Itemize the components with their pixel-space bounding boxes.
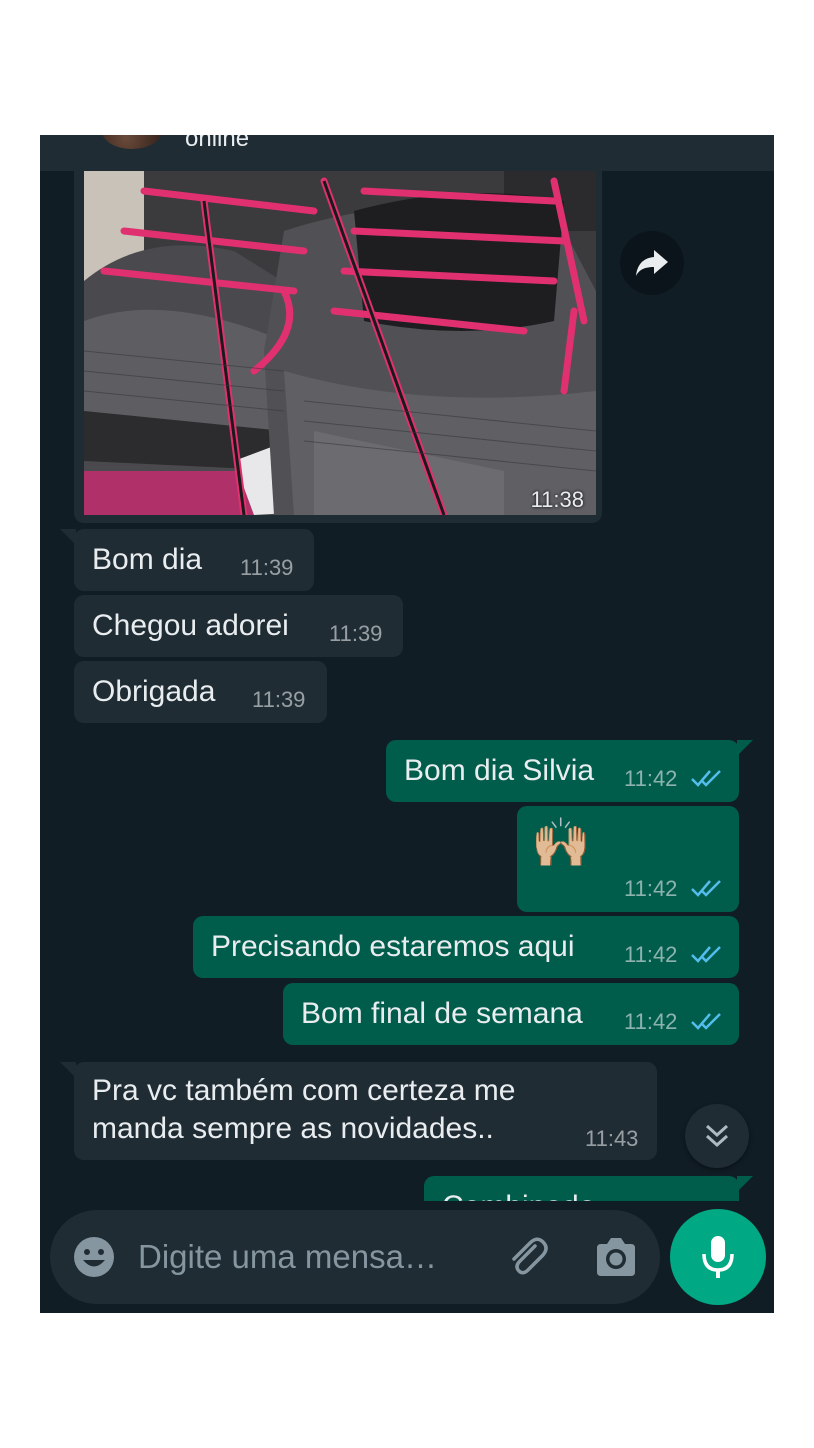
paperclip-icon[interactable] bbox=[505, 1234, 551, 1280]
microphone-icon bbox=[702, 1236, 734, 1278]
outgoing-message[interactable]: Precisando estaremos aqui 11:42 bbox=[193, 916, 739, 978]
outgoing-message[interactable]: 🙌🏼 11:42 bbox=[517, 806, 739, 912]
message-text: Chegou adorei bbox=[92, 609, 289, 642]
message-time: 11:39 bbox=[252, 687, 306, 712]
outgoing-message[interactable]: Bom dia Silvia 11:42 bbox=[386, 740, 753, 802]
chevron-double-down-icon bbox=[705, 1124, 729, 1148]
double-check-icon bbox=[691, 946, 721, 963]
microphone-button[interactable] bbox=[670, 1209, 766, 1305]
incoming-message[interactable]: Obrigada 11:39 bbox=[74, 661, 327, 723]
message-text: Combinado bbox=[442, 1190, 595, 1201]
message-list[interactable]: 11:38 Bom dia 11:39 Chegou adorei 11:39 … bbox=[40, 171, 774, 1201]
camera-icon[interactable] bbox=[593, 1236, 639, 1278]
forward-button[interactable] bbox=[620, 231, 684, 295]
chat-header[interactable]: online bbox=[40, 135, 774, 171]
double-check-icon bbox=[691, 880, 721, 897]
message-composer[interactable]: Digite uma mensa… bbox=[50, 1210, 660, 1304]
message-time: 11:38 bbox=[530, 487, 584, 512]
incoming-message[interactable]: Pra vc também com certeza me manda sempr… bbox=[60, 1062, 657, 1160]
message-time: 11:42 bbox=[624, 942, 678, 967]
smiley-icon[interactable] bbox=[72, 1235, 116, 1279]
message-text: Bom dia bbox=[92, 543, 203, 576]
message-input[interactable]: Digite uma mensa… bbox=[138, 1238, 437, 1276]
message-time: 11:42 bbox=[624, 1009, 678, 1034]
chat-screen: online 11:38 Bom dia 11:39 Chegou adorei… bbox=[40, 135, 774, 1313]
message-time: 11:42 bbox=[624, 876, 678, 901]
incoming-message[interactable]: Chegou adorei 11:39 bbox=[74, 595, 403, 657]
message-text: Bom dia Silvia bbox=[404, 754, 595, 787]
scroll-to-bottom-button[interactable] bbox=[685, 1104, 749, 1168]
message-time: 11:39 bbox=[329, 621, 383, 646]
message-time: 11:43 bbox=[585, 1126, 639, 1151]
contact-status: online bbox=[185, 135, 250, 152]
sneaker-photo[interactable] bbox=[84, 171, 596, 515]
message-text-line: manda sempre as novidades.. bbox=[92, 1112, 494, 1145]
raised-hands-emoji: 🙌🏼 bbox=[531, 817, 591, 870]
avatar[interactable] bbox=[102, 135, 162, 149]
incoming-message[interactable]: Bom dia 11:39 bbox=[60, 529, 314, 591]
message-time: 11:42 bbox=[624, 766, 678, 791]
forward-icon bbox=[636, 250, 668, 276]
outgoing-message[interactable]: Combinado bbox=[424, 1176, 753, 1201]
outgoing-message[interactable]: Bom final de semana 11:42 bbox=[283, 983, 739, 1045]
image-message[interactable]: 11:38 bbox=[74, 171, 602, 523]
message-text: Bom final de semana bbox=[301, 997, 583, 1030]
message-time: 11:39 bbox=[240, 555, 294, 580]
message-text: Obrigada bbox=[92, 675, 216, 708]
double-check-icon bbox=[691, 1013, 721, 1030]
message-text-line: Pra vc também com certeza me bbox=[92, 1074, 516, 1107]
double-check-icon bbox=[691, 770, 721, 787]
message-text: Precisando estaremos aqui bbox=[211, 930, 575, 963]
